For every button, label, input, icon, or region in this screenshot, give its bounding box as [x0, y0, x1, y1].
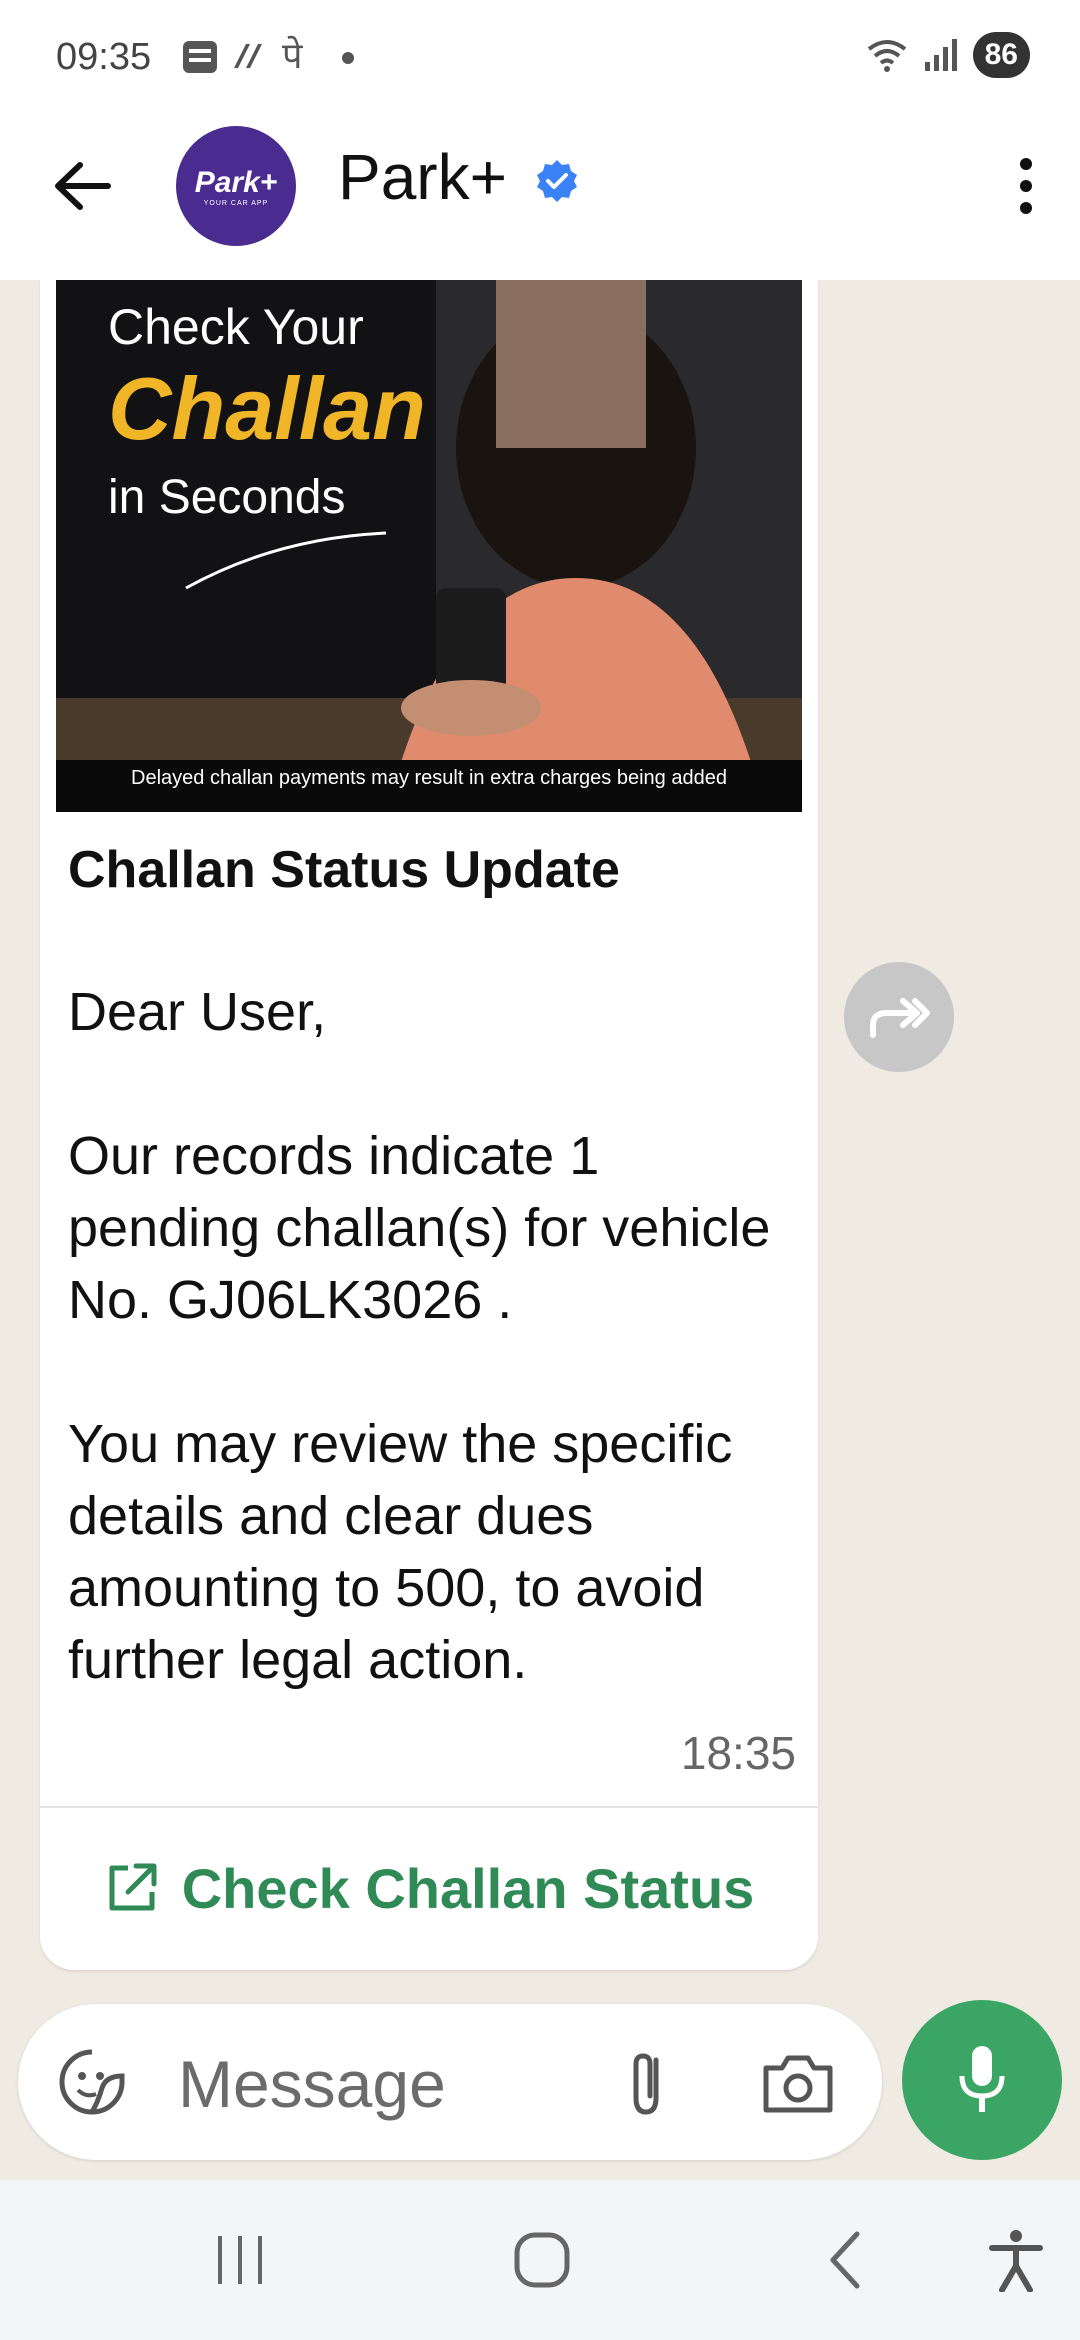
- recent-apps-icon: [218, 2236, 262, 2284]
- contact-name[interactable]: Park+: [338, 140, 507, 214]
- signal-icon: [924, 39, 957, 71]
- message-paragraph-1: Our records indicate 1 pending challan(s…: [68, 1126, 771, 1330]
- banner-disclaimer: Delayed challan payments may result in e…: [131, 767, 727, 789]
- system-nav-bar: [0, 2180, 1080, 2340]
- message-title: Challan Status Update: [68, 841, 620, 899]
- wifi-icon: [867, 40, 906, 72]
- contact-avatar[interactable]: Park+ YOUR CAR APP: [176, 126, 296, 246]
- pe-icon: पे: [282, 35, 303, 76]
- microphone-icon: [959, 2046, 1005, 2112]
- message-greeting: Dear User,: [68, 982, 327, 1042]
- avatar-tagline: YOUR CAR APP: [203, 199, 269, 207]
- home-button[interactable]: [492, 2220, 592, 2300]
- accessibility-icon: [989, 2230, 1043, 2292]
- message-composer: [18, 2004, 882, 2160]
- voice-message-button[interactable]: [902, 2000, 1062, 2160]
- external-link-icon: [109, 1863, 157, 1911]
- sticker-icon[interactable]: [56, 2046, 128, 2118]
- attach-icon[interactable]: [610, 2046, 682, 2118]
- message-paragraph-2: You may review the specific details and …: [68, 1414, 733, 1690]
- battery-indicator: 86: [972, 32, 1030, 78]
- nav-back-button[interactable]: [796, 2220, 896, 2300]
- banner-line-1: Check Your: [108, 299, 364, 355]
- status-time: 09:35: [56, 36, 152, 78]
- arrow-left-icon: [55, 162, 111, 210]
- forward-button[interactable]: [844, 962, 954, 1072]
- avatar-logo-text: Park+: [194, 165, 278, 199]
- kebab-menu-icon: [1020, 158, 1032, 214]
- back-icon: [830, 2231, 860, 2289]
- chat-area[interactable]: Check Your Challan in Seconds Delayed ch…: [0, 280, 1080, 2180]
- back-button[interactable]: [44, 148, 120, 224]
- message-time: 18:35: [680, 1727, 796, 1779]
- message-input[interactable]: [176, 2038, 600, 2130]
- banner-line-3: in Seconds: [108, 471, 346, 524]
- status-icons: 86: [865, 30, 1030, 80]
- accessibility-button[interactable]: [966, 2220, 1066, 2300]
- forward-icon: [870, 998, 930, 1038]
- banner-line-2: Challan: [108, 359, 426, 458]
- check-challan-status-button[interactable]: Check Challan Status: [40, 1808, 818, 1968]
- status-bar: 09:35 पे 86: [0, 0, 1080, 120]
- cta-label: Check Challan Status: [181, 1856, 755, 1920]
- app-notification-icon: [234, 44, 262, 68]
- message-bubble: Check Your Challan in Seconds Delayed ch…: [40, 280, 818, 1970]
- recent-apps-button[interactable]: [190, 2220, 290, 2300]
- verified-badge-icon: [537, 160, 577, 202]
- app-notification-icon: [183, 41, 217, 73]
- more-options-button[interactable]: [996, 144, 1056, 228]
- dot-icon: [342, 52, 354, 64]
- banner-image[interactable]: Check Your Challan in Seconds Delayed ch…: [56, 280, 802, 812]
- home-icon: [514, 2232, 570, 2288]
- camera-icon[interactable]: [760, 2048, 836, 2120]
